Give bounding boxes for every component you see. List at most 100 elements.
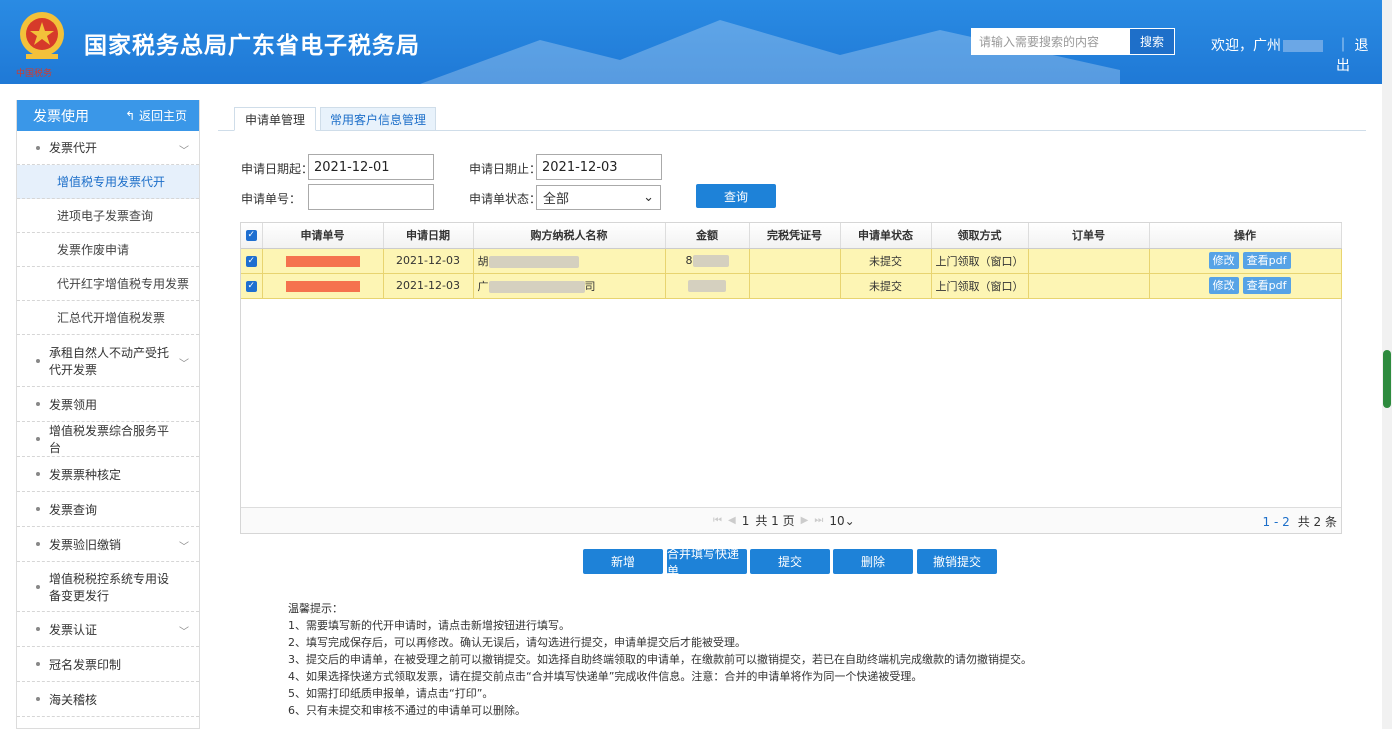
first-page-icon[interactable]: ⏮ xyxy=(713,515,722,526)
end-date-input[interactable]: 2021-12-03 xyxy=(536,154,662,180)
tips-panel: 温馨提示： 1、需要填写新的代开申请时，请点击新增按钮进行填写。 2、填写完成保… xyxy=(288,600,1032,719)
sidebar-item-label: 发票领用 xyxy=(49,397,98,412)
table-row[interactable]: ✓ 2021-12-03 胡 8 未提交 上门领取（窗口） 修改 查看pdf xyxy=(241,248,1342,274)
sidebar-subitem[interactable]: 代开红字增值税专用发票 xyxy=(17,267,199,301)
col-header: 申请单状态 xyxy=(840,223,932,249)
end-date-label: 申请日期止： xyxy=(469,162,542,176)
chevron-down-icon[interactable]: ﹀ xyxy=(179,623,189,638)
view-pdf-button[interactable]: 查看pdf xyxy=(1242,277,1291,294)
row-checkbox[interactable]: ✓ xyxy=(241,248,263,274)
prev-page-icon[interactable]: ◀ xyxy=(728,515,736,526)
start-date-input[interactable]: 2021-12-01 xyxy=(308,154,434,180)
revoke-submit-button[interactable]: 撤销提交 xyxy=(917,549,997,574)
start-date-label: 申请日期起： xyxy=(241,162,314,176)
sidebar-item-label: 增值税税控系统专用设备变更发行 xyxy=(49,571,170,603)
back-home-link[interactable]: ↰ 返回主页 xyxy=(125,107,187,124)
bullet-icon xyxy=(36,472,40,476)
next-page-icon[interactable]: ▶ xyxy=(801,515,809,526)
sidebar-item[interactable]: 增值税发票综合服务平台 xyxy=(17,422,199,457)
query-button[interactable]: 查询 xyxy=(696,184,776,208)
row-checkbox[interactable]: ✓ xyxy=(241,273,263,299)
tip-line: 3、提交后的申请单，在被受理之前可以撤销提交。如选择自助终端领取的申请单，在缴款… xyxy=(288,653,1032,666)
sidebar-title: 发票使用 xyxy=(33,108,89,125)
col-header: 购方纳税人名称 xyxy=(473,223,666,249)
select-all-checkbox[interactable]: ✓ xyxy=(241,223,263,249)
sidebar: 发票使用 ↰ 返回主页 发票代开 ﹀ 增值税专用发票代开进项电子发票查询发票作废申请… xyxy=(16,100,200,729)
page-number[interactable]: 1 xyxy=(742,514,750,528)
cell-status: 未提交 xyxy=(840,248,932,274)
tax-emblem-logo: 中国税务 xyxy=(16,12,64,79)
col-header: 申请单号 xyxy=(262,223,384,249)
sidebar-item[interactable]: 发票代开 ﹀ xyxy=(17,131,199,165)
chevron-down-icon: ⌄ xyxy=(643,190,654,205)
sidebar-subitem[interactable]: 发票作废申请 xyxy=(17,233,199,267)
sidebar-item[interactable]: 承租自然人不动产受托代开发票 ﹀ xyxy=(17,335,199,387)
col-header: 金额 xyxy=(665,223,750,249)
sidebar-item[interactable]: 冠名发票印制 xyxy=(17,647,199,682)
table-row[interactable]: ✓ 2021-12-03 广司 未提交 上门领取（窗口） 修改 查看pdf xyxy=(241,273,1342,299)
edit-button[interactable]: 修改 xyxy=(1208,277,1239,294)
edit-button[interactable]: 修改 xyxy=(1208,252,1239,269)
sidebar-item[interactable]: 增值税税控系统专用设备变更发行 xyxy=(17,562,199,612)
bullet-icon xyxy=(36,402,40,406)
search-input[interactable]: 请输入需要搜索的内容 xyxy=(971,28,1129,55)
redacted-value xyxy=(692,255,729,267)
cell-actions: 修改 查看pdf xyxy=(1149,273,1342,299)
last-page-icon[interactable]: ⏭ xyxy=(814,515,823,526)
col-header: 申请日期 xyxy=(383,223,474,249)
merge-express-button[interactable]: 合并填写快递单 xyxy=(667,547,747,578)
sidebar-item-label: 海关稽核 xyxy=(49,692,98,707)
cell-date: 2021-12-03 xyxy=(383,273,474,299)
sidebar-item-label: 发票认证 xyxy=(49,622,98,637)
sidebar-subitem-label: 汇总代开增值税发票 xyxy=(57,311,166,325)
sidebar-item[interactable]: 发票查询 xyxy=(17,492,199,527)
sidebar-subitem[interactable]: 汇总代开增值税发票 xyxy=(17,301,199,335)
sidebar-menu: 发票代开 ﹀ 增值税专用发票代开进项电子发票查询发票作废申请代开红字增值税专用发票汇… xyxy=(17,131,199,717)
cell-actions: 修改 查看pdf xyxy=(1149,248,1342,274)
cell-order-no xyxy=(1028,273,1150,299)
col-header: 完税凭证号 xyxy=(749,223,841,249)
sidebar-item[interactable]: 发票验旧缴销 ﹀ xyxy=(17,527,199,562)
tips-title: 温馨提示： xyxy=(288,602,343,615)
sidebar-item[interactable]: 发票认证 ﹀ xyxy=(17,612,199,647)
chevron-down-icon: ⌄ xyxy=(844,513,855,528)
sidebar-subitem-label: 增值税专用发票代开 xyxy=(57,175,166,189)
cell-application-no xyxy=(262,248,384,274)
search-button[interactable]: 搜索 xyxy=(1129,28,1175,55)
record-range: 1 - 2 xyxy=(1262,515,1290,529)
cell-application-no xyxy=(262,273,384,299)
cell-pickup-method: 上门领取（窗口） xyxy=(931,273,1029,299)
page-scrollbar[interactable] xyxy=(1382,0,1392,729)
svg-text:中国税务: 中国税务 xyxy=(16,67,52,79)
chevron-down-icon[interactable]: ﹀ xyxy=(179,142,189,157)
sidebar-item[interactable]: 发票领用 xyxy=(17,387,199,422)
page-size-select[interactable]: 10⌄ xyxy=(829,514,854,528)
tab-customer-info[interactable]: 常用客户信息管理 xyxy=(320,107,436,131)
application-no-input[interactable] xyxy=(308,184,434,210)
col-header: 订单号 xyxy=(1028,223,1150,249)
add-button[interactable]: 新增 xyxy=(583,549,663,574)
scroll-thumb[interactable] xyxy=(1383,350,1391,408)
cell-pickup-method: 上门领取（窗口） xyxy=(931,248,1029,274)
sidebar-subitem[interactable]: 增值税专用发票代开 xyxy=(17,165,199,199)
redacted-value xyxy=(285,280,360,292)
back-arrow-icon: ↰ xyxy=(125,109,139,123)
sidebar-subitem[interactable]: 进项电子发票查询 xyxy=(17,199,199,233)
bullet-icon xyxy=(36,584,40,589)
table-header-row: ✓ 申请单号 申请日期 购方纳税人名称 金额 完税凭证号 申请单状态 领取方式 … xyxy=(241,223,1342,249)
sidebar-item-label: 承租自然人不动产受托代开发票 xyxy=(49,345,170,377)
chevron-down-icon[interactable]: ﹀ xyxy=(179,355,189,370)
view-pdf-button[interactable]: 查看pdf xyxy=(1242,252,1291,269)
submit-button[interactable]: 提交 xyxy=(750,549,830,574)
sidebar-item-label: 增值税发票综合服务平台 xyxy=(49,424,170,455)
record-total: 共 2 条 xyxy=(1297,515,1337,529)
cell-tax-voucher xyxy=(749,248,841,274)
delete-button[interactable]: 删除 xyxy=(833,549,913,574)
chevron-down-icon[interactable]: ﹀ xyxy=(179,538,189,553)
sidebar-item[interactable]: 发票票种核定 xyxy=(17,457,199,492)
sidebar-item[interactable]: 海关稽核 xyxy=(17,682,199,717)
status-select[interactable]: 全部 ⌄ xyxy=(536,185,661,210)
sidebar-subitem-label: 发票作废申请 xyxy=(57,243,130,257)
logout-link[interactable]: ｜ 退出 xyxy=(1336,35,1382,75)
tab-application-management[interactable]: 申请单管理 xyxy=(234,107,316,131)
